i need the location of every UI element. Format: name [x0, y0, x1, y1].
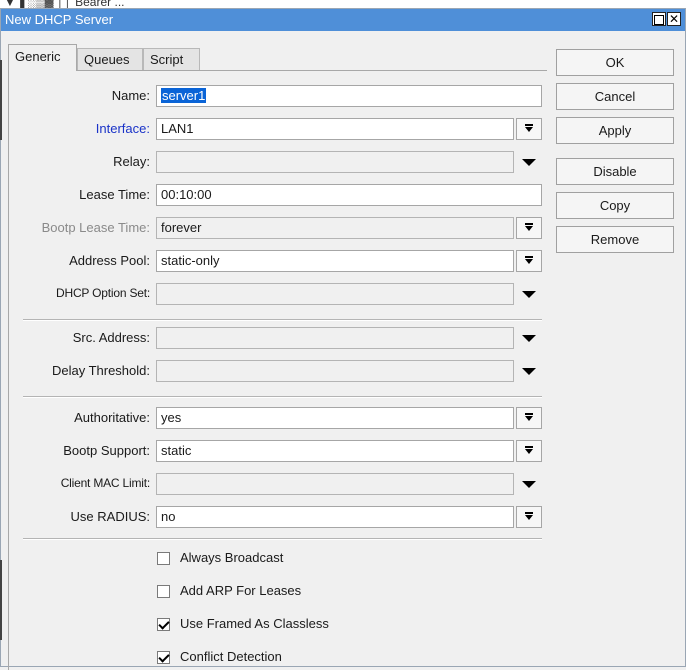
dhcp-option-set-label: DHCP Option Set: — [56, 286, 150, 300]
bootp-support-dropdown-icon[interactable] — [516, 440, 542, 462]
add-arp-for-leases-label[interactable]: Add ARP For Leases — [180, 583, 301, 598]
copy-button[interactable]: Copy — [556, 192, 674, 219]
use-radius-label: Use RADIUS: — [70, 509, 150, 524]
bootp-support-field[interactable]: static — [156, 440, 514, 462]
background-window-edge — [0, 560, 2, 640]
background-window-strip: ▼▐ ░▒▓ ││ Bearer ... — [0, 0, 686, 8]
separator — [23, 396, 542, 398]
use-radius-value: no — [161, 509, 176, 524]
separator — [23, 538, 542, 540]
interface-dropdown-icon[interactable] — [516, 118, 542, 140]
conflict-detection-label[interactable]: Conflict Detection — [180, 649, 282, 664]
bootp-lease-time-field[interactable]: forever — [156, 217, 514, 239]
delay-threshold-expand-icon[interactable] — [522, 368, 536, 375]
relay-label: Relay: — [113, 154, 150, 169]
tab-script[interactable]: Script — [143, 48, 200, 70]
bootp-support-label: Bootp Support: — [63, 443, 150, 458]
restore-icon[interactable] — [652, 12, 666, 26]
bootp-lease-time-value: forever — [161, 220, 202, 235]
dhcp-option-set-expand-icon[interactable] — [522, 291, 536, 298]
client-mac-limit-field[interactable] — [156, 473, 514, 495]
src-address-expand-icon[interactable] — [522, 335, 536, 342]
use-framed-as-classless-label[interactable]: Use Framed As Classless — [180, 616, 329, 631]
address-pool-dropdown-icon[interactable] — [516, 250, 542, 272]
background-window-text: ▼▐ ░▒▓ ││ Bearer ... — [4, 0, 125, 8]
bootp-lease-time-label: Bootp Lease Time: — [41, 220, 150, 235]
ok-button[interactable]: OK — [556, 49, 674, 76]
relay-expand-icon[interactable] — [522, 159, 536, 166]
delay-threshold-label: Delay Threshold: — [51, 363, 150, 378]
client-mac-limit-expand-icon[interactable] — [522, 481, 536, 488]
address-pool-value: static-only — [161, 253, 220, 268]
client-mac-limit-label: Client MAC Limit: — [60, 476, 150, 490]
tab-generic[interactable]: Generic — [8, 44, 77, 71]
authoritative-dropdown-icon[interactable] — [516, 407, 542, 429]
tab-queues[interactable]: Queues — [77, 48, 143, 70]
authoritative-field[interactable]: yes — [156, 407, 514, 429]
delay-threshold-field[interactable] — [156, 360, 514, 382]
title-bar[interactable]: New DHCP Server ✕ — [1, 9, 685, 31]
authoritative-label: Authoritative: — [74, 410, 150, 425]
name-value: server1 — [161, 88, 207, 103]
use-radius-field[interactable]: no — [156, 506, 514, 528]
always-broadcast-checkbox[interactable] — [157, 552, 170, 565]
cancel-button[interactable]: Cancel — [556, 83, 674, 110]
interface-label[interactable]: Interface: — [9, 121, 150, 136]
src-address-field[interactable] — [156, 327, 514, 349]
bootp-lease-time-dropdown-icon[interactable] — [516, 217, 542, 239]
src-address-label: Src. Address: — [72, 330, 150, 345]
dhcp-server-dialog: New DHCP Server ✕ Generic Queues Script … — [0, 8, 686, 670]
always-broadcast-label[interactable]: Always Broadcast — [180, 550, 283, 565]
apply-button[interactable]: Apply — [556, 117, 674, 144]
bootp-support-value: static — [161, 443, 192, 458]
interface-field[interactable]: LAN1 — [156, 118, 514, 140]
use-radius-dropdown-icon[interactable] — [516, 506, 542, 528]
address-pool-label: Address Pool: — [69, 253, 150, 268]
separator — [23, 319, 542, 321]
window-title: New DHCP Server — [5, 12, 114, 27]
use-framed-as-classless-checkbox[interactable] — [157, 618, 170, 631]
lease-time-value: 00:10:00 — [161, 187, 212, 202]
lease-time-label: Lease Time: — [79, 187, 150, 202]
disable-button[interactable]: Disable — [556, 158, 674, 185]
name-label: Name: — [111, 88, 150, 103]
conflict-detection-checkbox[interactable] — [157, 651, 170, 664]
remove-button[interactable]: Remove — [556, 226, 674, 253]
close-icon[interactable]: ✕ — [667, 12, 681, 26]
relay-field[interactable] — [156, 151, 514, 173]
lease-time-field[interactable]: 00:10:00 — [156, 184, 542, 206]
name-field[interactable]: server1 — [156, 85, 542, 107]
add-arp-for-leases-checkbox[interactable] — [157, 585, 170, 598]
interface-value: LAN1 — [161, 121, 194, 136]
dhcp-option-set-field[interactable] — [156, 283, 514, 305]
background-window-edge — [0, 60, 2, 140]
authoritative-value: yes — [161, 410, 182, 425]
address-pool-field[interactable]: static-only — [156, 250, 514, 272]
generic-panel: Name: server1 Interface: LAN1 Relay: Lea… — [8, 70, 547, 670]
